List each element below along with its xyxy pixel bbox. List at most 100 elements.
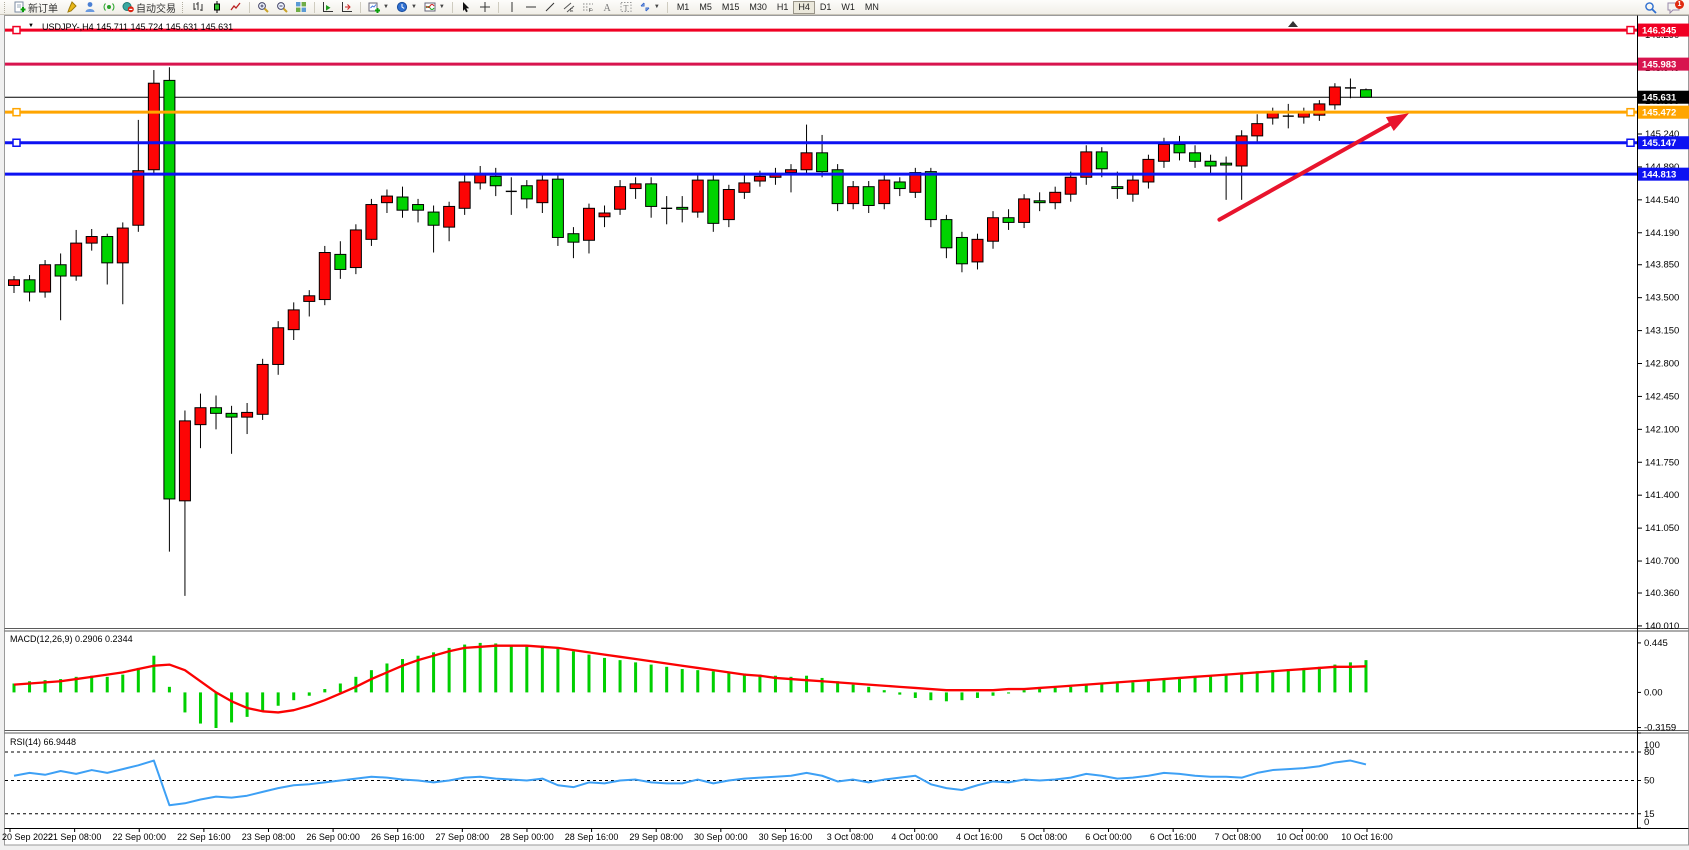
line-chart-button[interactable] — [227, 1, 245, 14]
macd-histogram-bar — [1364, 660, 1367, 692]
macd-histogram-bar — [448, 648, 451, 692]
fibonacci-button[interactable]: F — [579, 1, 597, 14]
macd-histogram-bar — [1162, 679, 1165, 692]
new-chart-button[interactable]: ▼ — [365, 1, 392, 14]
macd-histogram-bar — [603, 658, 606, 692]
time-tick-label: 28 Sep 16:00 — [565, 832, 619, 842]
price-tick-label: 144.540 — [1645, 195, 1679, 206]
autotrading-label: 自动交易 — [136, 0, 176, 15]
candle-body — [677, 207, 688, 209]
candle-body — [599, 213, 610, 217]
crosshair-button[interactable] — [476, 1, 494, 14]
indicators-button[interactable]: ▼ — [421, 1, 448, 14]
line-handle[interactable] — [13, 109, 20, 116]
line-handle[interactable] — [1627, 139, 1634, 146]
new-order-button[interactable]: 新订单 — [11, 1, 61, 14]
candlestick-button[interactable] — [208, 1, 226, 14]
candle-body — [40, 265, 51, 292]
time-tick-label: 5 Oct 08:00 — [1021, 832, 1068, 842]
candle-body — [723, 189, 734, 219]
horizontal-line-button[interactable] — [522, 1, 540, 14]
tab-timeframe-d1[interactable]: D1 — [815, 1, 837, 14]
line-handle[interactable] — [13, 27, 20, 34]
line-chart-icon — [230, 1, 242, 13]
vertical-line-icon — [506, 1, 518, 13]
text-button[interactable]: A — [598, 1, 616, 14]
profile-button[interactable] — [81, 1, 99, 14]
chat-bubble-wrap: 1 — [1667, 1, 1682, 14]
macd-histogram-bar — [292, 692, 295, 700]
tab-timeframe-m15[interactable]: M15 — [717, 1, 745, 14]
macd-histogram-bar — [587, 655, 590, 693]
rsi-tick-label: 50 — [1644, 776, 1655, 787]
dropdown-arrow-icon: ▼ — [383, 4, 389, 10]
candle-body — [941, 220, 952, 248]
line-handle[interactable] — [1627, 109, 1634, 116]
macd-histogram-bar — [1131, 682, 1134, 692]
candle-body — [754, 176, 765, 181]
autotrading-icon — [122, 1, 134, 13]
line-handle[interactable] — [1627, 27, 1634, 34]
crosshair-icon — [479, 1, 491, 13]
candle-body — [925, 172, 936, 220]
chart-canvas[interactable]: 146.290145.940145.590145.240144.890144.5… — [0, 0, 1689, 850]
line-handle[interactable] — [13, 139, 20, 146]
price-tick-label: 140.700 — [1645, 556, 1679, 567]
macd-histogram-bar — [1287, 669, 1290, 692]
macd-histogram-bar — [90, 676, 93, 693]
tab-timeframe-m1[interactable]: M1 — [672, 1, 695, 14]
macd-histogram-bar — [137, 668, 140, 692]
price-tick-label: 141.400 — [1645, 490, 1679, 501]
periods-button[interactable]: ▼ — [393, 1, 420, 14]
price-tick-label: 143.850 — [1645, 260, 1679, 271]
zoom-in-icon — [257, 1, 269, 13]
toolbar-grip — [182, 2, 186, 13]
tab-timeframe-h4[interactable]: H4 — [793, 1, 815, 14]
autotrading-button[interactable]: 自动交易 — [119, 1, 179, 14]
search-button[interactable] — [1641, 1, 1660, 14]
macd-histogram-bar — [510, 645, 513, 693]
equidistant-channel-button[interactable]: E — [560, 1, 578, 14]
candle-body — [211, 408, 222, 414]
tab-timeframe-mn[interactable]: MN — [860, 1, 884, 14]
candle-body — [1065, 177, 1076, 194]
macd-histogram-bar — [727, 672, 730, 692]
trendline-button[interactable] — [541, 1, 559, 14]
dropdown-arrow-icon: ▼ — [411, 4, 417, 10]
candle-body — [552, 179, 563, 237]
chart-shift-button[interactable] — [338, 1, 356, 14]
price-line-label: 145.983 — [1642, 60, 1676, 71]
bar-chart-button[interactable] — [189, 1, 207, 14]
tab-timeframe-h1[interactable]: H1 — [772, 1, 794, 14]
candle-body — [801, 153, 812, 170]
candle-body — [55, 265, 66, 276]
candle-body — [786, 170, 797, 173]
text-label-button[interactable]: T — [617, 1, 635, 14]
styler-button[interactable] — [62, 1, 80, 14]
toolbar-separator — [249, 2, 250, 13]
macd-histogram-bar — [168, 687, 171, 693]
macd-histogram-bar — [634, 662, 637, 692]
tab-timeframe-m30[interactable]: M30 — [744, 1, 772, 14]
tab-timeframe-w1[interactable]: W1 — [836, 1, 860, 14]
vertical-line-button[interactable] — [503, 1, 521, 14]
zoom-out-button[interactable] — [273, 1, 291, 14]
macd-histogram-bar — [261, 692, 264, 711]
macd-histogram-bar — [1194, 677, 1197, 693]
signals-button[interactable] — [100, 1, 118, 14]
price-tick-label: 142.800 — [1645, 359, 1679, 370]
cursor-button[interactable] — [457, 1, 475, 14]
zoom-in-button[interactable] — [254, 1, 272, 14]
time-tick-label: 22 Sep 00:00 — [112, 832, 166, 842]
arrows-button[interactable]: ▼ — [636, 1, 663, 14]
tile-windows-button[interactable] — [292, 1, 310, 14]
notifications-button[interactable]: 1 — [1664, 1, 1685, 14]
macd-histogram-bar — [106, 677, 109, 693]
candle-body — [630, 184, 641, 189]
tab-timeframe-m5[interactable]: M5 — [694, 1, 717, 14]
auto-scroll-icon — [322, 1, 334, 13]
time-tick-label: 4 Oct 16:00 — [956, 832, 1003, 842]
auto-scroll-button[interactable] — [319, 1, 337, 14]
candle-body — [304, 296, 315, 302]
macd-histogram-bar — [1178, 678, 1181, 692]
